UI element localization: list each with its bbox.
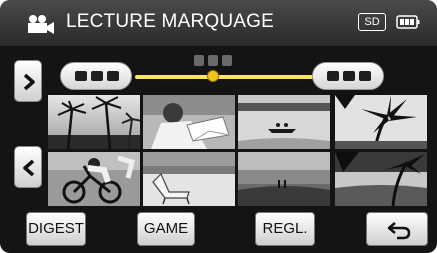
thumbnail-palm-silhouette[interactable]	[335, 95, 427, 149]
playback-screen: LECTURE MARQUAGE SD DIGEST GAME REGL.	[0, 0, 437, 253]
return-arrow-icon	[387, 222, 411, 240]
header-bar: LECTURE MARQUAGE SD	[0, 0, 437, 46]
thumbnail-beach-chair[interactable]	[143, 152, 235, 206]
sd-card-badge: SD	[358, 13, 386, 31]
thumbnail-palm-shore[interactable]	[335, 152, 427, 206]
page-title: LECTURE MARQUAGE	[66, 11, 275, 32]
thumbnail-beach-sunset[interactable]	[238, 152, 330, 206]
digest-button[interactable]: DIGEST	[26, 212, 86, 246]
prev-page-button[interactable]	[14, 146, 42, 188]
battery-icon	[396, 15, 420, 29]
settings-button[interactable]: REGL.	[255, 212, 315, 246]
thumbnail-lake-boat[interactable]	[238, 95, 330, 149]
thumbnail-palm-trees[interactable]	[48, 95, 140, 149]
chevron-left-icon	[23, 159, 35, 177]
timeline-right-marker[interactable]	[312, 62, 384, 90]
page-indicator-icon	[190, 55, 250, 69]
thumbnail-person-reading[interactable]	[143, 95, 235, 149]
timeline-left-marker[interactable]	[60, 62, 132, 90]
chevron-right-icon	[23, 73, 35, 91]
game-button[interactable]: GAME	[137, 212, 195, 246]
back-button[interactable]	[366, 212, 428, 246]
timeline-knob[interactable]	[207, 70, 220, 82]
movie-camera-icon	[28, 15, 54, 34]
timeline-track[interactable]	[135, 75, 313, 79]
thumbnail-cyclist[interactable]	[48, 152, 140, 206]
next-page-button[interactable]	[14, 60, 42, 102]
